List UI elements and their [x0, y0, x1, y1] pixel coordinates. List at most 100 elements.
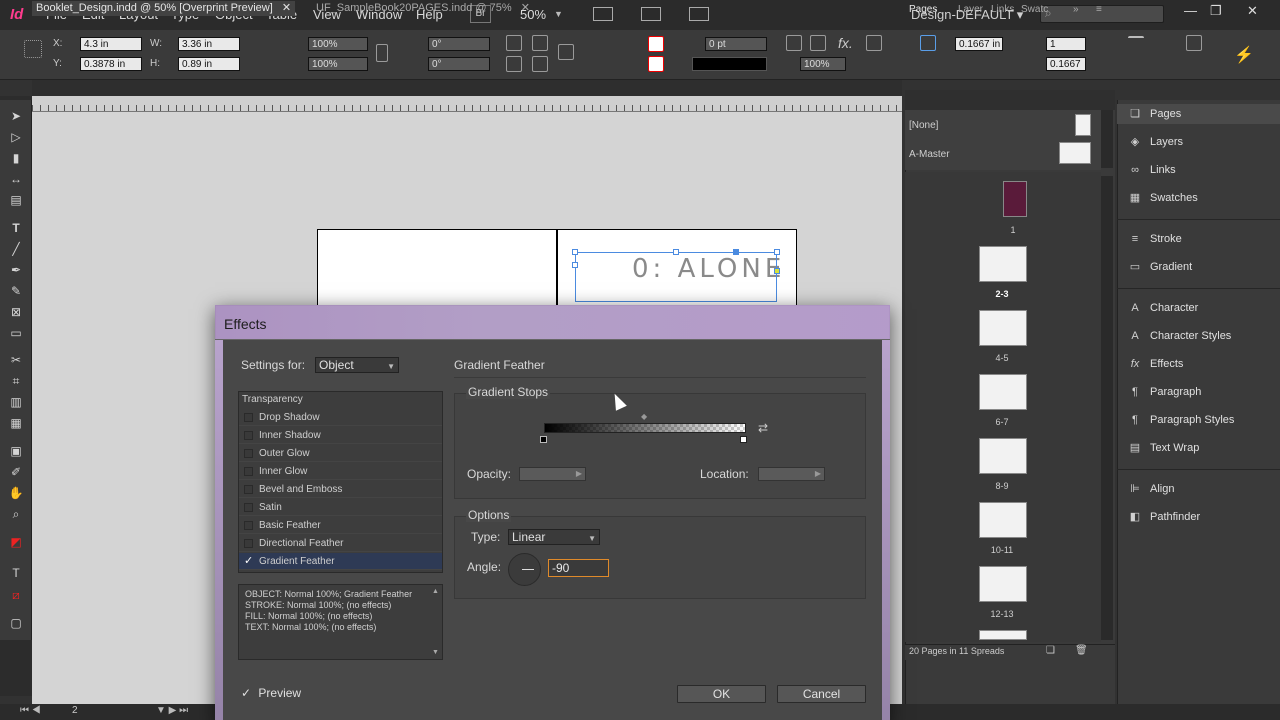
fill-stroke-icon[interactable]: ◩	[8, 535, 24, 549]
tab-layers[interactable]: Layer	[958, 4, 983, 15]
formatting-affects-text-icon[interactable]: T	[8, 566, 24, 580]
dock-paragraph-styles[interactable]: ¶ Paragraph Styles	[1127, 411, 1234, 429]
masters-scrollbar[interactable]	[1101, 110, 1113, 168]
rectangle-tool-icon[interactable]: ▭	[8, 326, 24, 340]
angle-input[interactable]: -90	[548, 559, 609, 577]
checkbox[interactable]	[244, 485, 253, 494]
dock-swatches[interactable]: ▦ Swatches	[1127, 189, 1198, 207]
arrange-documents-icon[interactable]	[689, 7, 709, 21]
checkbox[interactable]	[244, 503, 253, 512]
dock-effects[interactable]: fx Effects	[1127, 355, 1184, 373]
delete-page-icon[interactable]: 🗑	[1075, 645, 1088, 656]
checkbox[interactable]	[244, 431, 253, 440]
dock-align[interactable]: ⊫ Align	[1127, 480, 1174, 498]
frame-handle[interactable]	[774, 268, 780, 274]
constrain-proportions-icon[interactable]	[376, 44, 388, 62]
content-collector-icon[interactable]: ▤	[8, 193, 24, 207]
tab-links[interactable]: Links	[991, 4, 1014, 15]
fill-swatch-icon[interactable]	[648, 36, 664, 52]
checkbox[interactable]	[244, 413, 253, 422]
master-none[interactable]: [None]	[909, 120, 938, 131]
free-transform-tool-icon[interactable]: ⌗	[8, 374, 24, 388]
eyedropper-tool-icon[interactable]: ✐	[8, 465, 24, 479]
search-input[interactable]	[1040, 5, 1164, 23]
spread-thumbnail[interactable]	[979, 246, 1027, 282]
stroke-weight-field[interactable]: 0 pt	[705, 37, 767, 51]
checkbox[interactable]	[244, 539, 253, 548]
selection-tool-icon[interactable]: ➤	[8, 109, 24, 123]
apply-none-icon[interactable]: ⧄	[8, 588, 24, 602]
checkbox[interactable]	[244, 467, 253, 476]
spread-thumbnail[interactable]	[979, 438, 1027, 474]
page-tool-icon[interactable]: ▮	[8, 151, 24, 165]
height-field[interactable]: 0.89 in	[178, 57, 240, 71]
width-field[interactable]: 3.36 in	[178, 37, 240, 51]
frame-handle[interactable]	[733, 249, 739, 255]
fitting-icon[interactable]	[786, 35, 802, 51]
y-field[interactable]: 0.3878 in	[80, 57, 142, 71]
pen-tool-icon[interactable]: ✒	[8, 263, 24, 277]
scale-x-field[interactable]: 100%	[308, 37, 368, 51]
frame-handle[interactable]	[673, 249, 679, 255]
master-thumbnail[interactable]	[1059, 142, 1091, 164]
page-thumbnail[interactable]	[1003, 181, 1027, 217]
gutter-field[interactable]: 0.1667	[1046, 57, 1086, 71]
offset-field[interactable]: 0.1667 in	[955, 37, 1003, 51]
settings-for-select[interactable]: Object ▼	[315, 357, 399, 373]
page-number-field[interactable]: 2	[72, 705, 78, 716]
dock-paragraph[interactable]: ¶ Paragraph	[1127, 383, 1201, 401]
spread-thumbnail[interactable]	[979, 566, 1027, 602]
lightning-icon[interactable]: ⚡	[1234, 45, 1254, 65]
dock-character-styles[interactable]: A Character Styles	[1127, 327, 1231, 345]
midpoint-diamond-icon[interactable]: ◆	[641, 412, 647, 421]
spread-thumbnail[interactable]	[979, 310, 1027, 346]
scroll-down-icon[interactable]: ▼	[432, 649, 439, 656]
spread-thumbnail[interactable]	[979, 374, 1027, 410]
opacity-field[interactable]: 100%	[800, 57, 846, 71]
close-icon[interactable]: ✕	[282, 2, 291, 14]
effect-inner-glow[interactable]: Inner Glow	[239, 463, 442, 480]
effect-bevel-emboss[interactable]: Bevel and Emboss	[239, 481, 442, 498]
x-field[interactable]: 4.3 in	[80, 37, 142, 51]
effect-outer-glow[interactable]: Outer Glow	[239, 445, 442, 462]
gradient-swatch-tool-icon[interactable]: ▥	[8, 395, 24, 409]
rotation-field[interactable]: 0°	[428, 37, 490, 51]
spread-thumbnail[interactable]	[979, 630, 1027, 640]
master-a[interactable]: A-Master	[909, 149, 950, 160]
text-wrap-icon[interactable]	[866, 35, 882, 51]
preview-checkbox[interactable]: ✓ Preview	[241, 686, 301, 700]
checkbox[interactable]	[244, 449, 253, 458]
type-tool-icon[interactable]: T	[8, 221, 24, 235]
scroll-up-icon[interactable]: ▲	[432, 588, 439, 595]
stroke-swatch-icon[interactable]	[648, 56, 664, 72]
tab-swatches[interactable]: Swatc	[1021, 4, 1048, 15]
quick-apply-icon[interactable]	[1186, 35, 1202, 51]
slider-arrow-icon[interactable]: ▶	[576, 469, 582, 478]
frame-handle[interactable]	[774, 249, 780, 255]
dock-pathfinder[interactable]: ◧ Pathfinder	[1127, 508, 1200, 526]
scale-y-field[interactable]: 100%	[308, 57, 368, 71]
note-tool-icon[interactable]: ▣	[8, 444, 24, 458]
minimize-icon[interactable]: —	[1184, 3, 1197, 18]
align-icon[interactable]	[1128, 36, 1144, 52]
hand-tool-icon[interactable]: ✋	[8, 486, 24, 500]
reverse-gradient-icon[interactable]: ⇄	[758, 421, 768, 435]
dock-character[interactable]: A Character	[1127, 299, 1198, 317]
gradient-stop-start[interactable]	[540, 436, 547, 443]
opacity-field[interactable]: ▶	[519, 467, 586, 481]
view-options-icon[interactable]	[593, 7, 613, 21]
horizontal-ruler[interactable]	[32, 96, 902, 112]
stroke-type-select[interactable]	[692, 57, 767, 71]
effect-basic-feather[interactable]: Basic Feather	[239, 517, 442, 534]
rectangle-frame-tool-icon[interactable]: ⊠	[8, 305, 24, 319]
tab-pages[interactable]: Pages	[909, 4, 937, 15]
pencil-tool-icon[interactable]: ✎	[8, 284, 24, 298]
page-nav-icon[interactable]: ⏮ ◀	[20, 705, 41, 716]
screen-mode-icon[interactable]	[641, 7, 661, 21]
type-select[interactable]: Linear ▼	[508, 529, 600, 545]
reference-point-icon[interactable]	[24, 40, 42, 58]
zoom-tool-icon[interactable]: ⌕	[8, 507, 24, 521]
effect-drop-shadow[interactable]: Drop Shadow	[239, 409, 442, 426]
columns-field[interactable]: 1	[1046, 37, 1086, 51]
page-nav-icon[interactable]: ▼ ▶ ⏭	[156, 705, 188, 716]
